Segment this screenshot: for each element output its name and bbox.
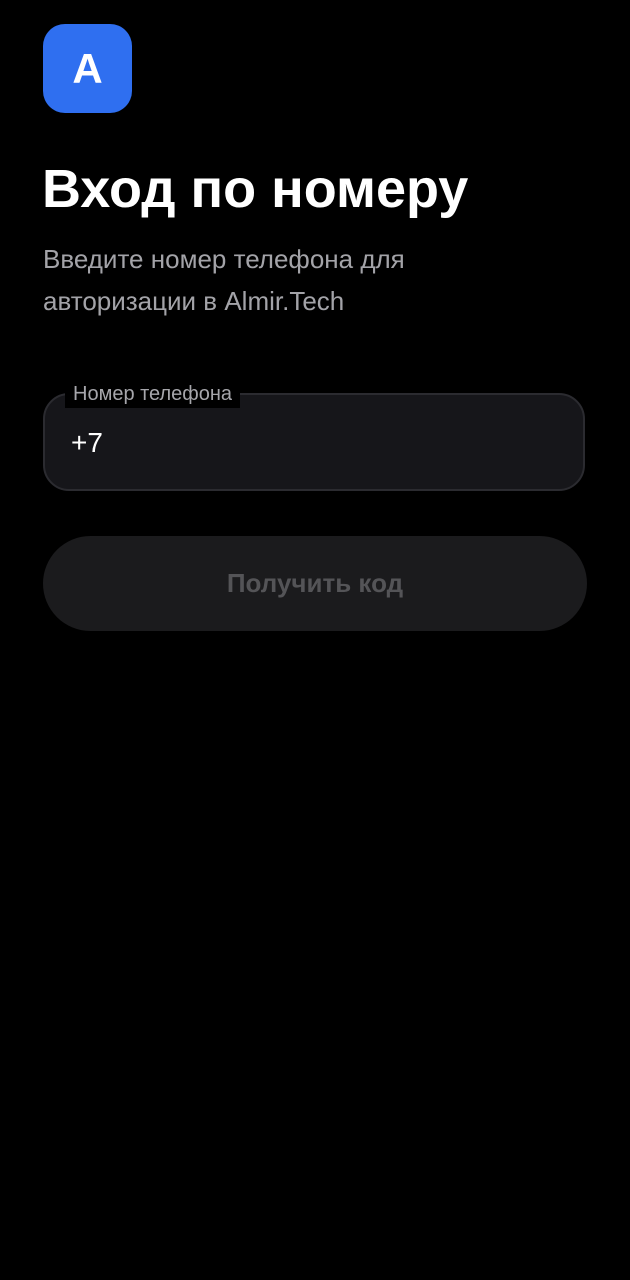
page-title: Вход по номеру (42, 159, 469, 219)
page-subtitle: Введите номер телефона для авторизации в… (43, 244, 405, 316)
get-code-button[interactable]: Получить код (43, 536, 587, 631)
phone-input[interactable] (71, 421, 551, 465)
phone-field-label: Номер телефона (65, 380, 241, 408)
app-logo: A (43, 24, 132, 113)
phone-field[interactable]: Номер телефона (43, 380, 585, 491)
app-logo-letter: A (72, 44, 103, 92)
